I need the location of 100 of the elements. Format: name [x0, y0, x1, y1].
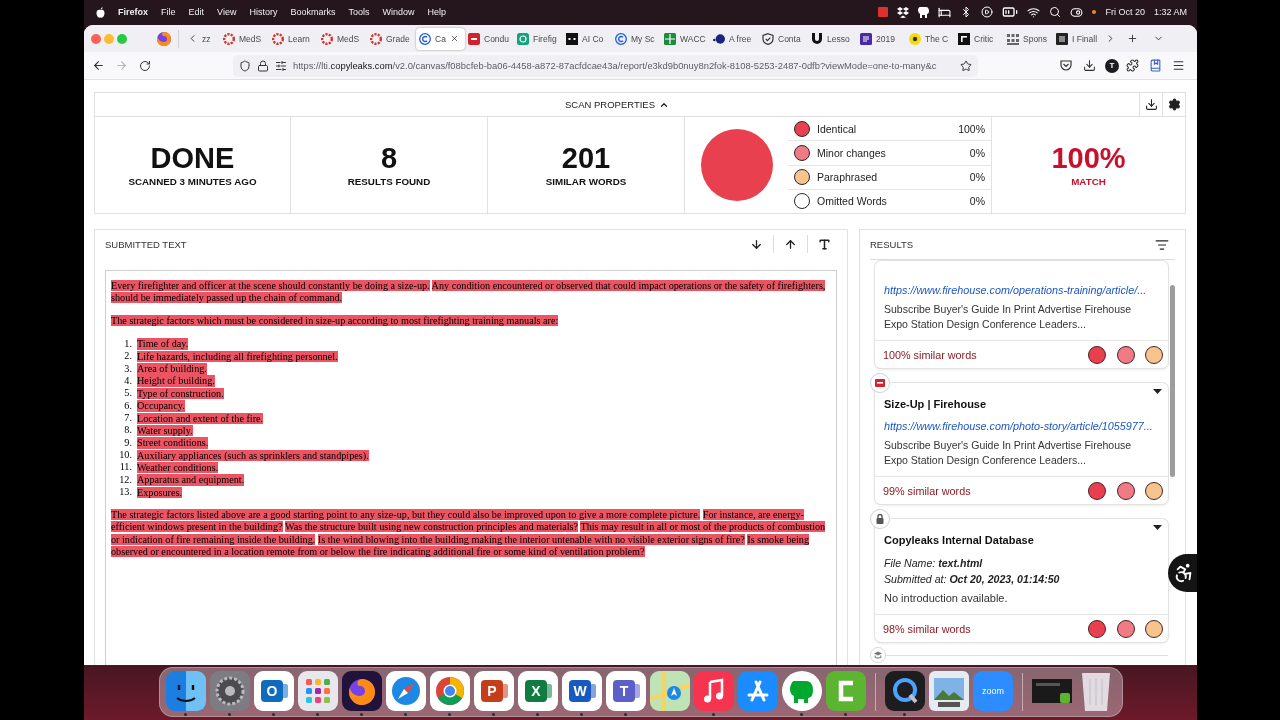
match-dot-icon[interactable] [1116, 481, 1135, 500]
plus-icon [1126, 33, 1138, 44]
browser-tab[interactable]: 2019 [857, 27, 906, 50]
list-number: 5. [123, 387, 132, 400]
menu-item[interactable]: Edit [188, 7, 205, 17]
address-bar[interactable]: https://lti.copyleaks.com/v2.0/canvas/f08bcfeb-ba06-4458-a872-87acfdcae43a/report/e3kd9b0nuy8n2fok-8108-5253-2487-0dfb?viewMode=one-to-many&c [233, 54, 978, 77]
smiling-face-icon[interactable] [165, 671, 206, 711]
menu-item[interactable]: Tools [348, 7, 370, 17]
letter-tile-icon[interactable]: T [605, 671, 646, 711]
browser-tab[interactable]: The C [906, 27, 955, 50]
music-note-icon[interactable] [693, 671, 734, 711]
grid-icon[interactable] [297, 671, 338, 711]
map-icon[interactable] [649, 671, 690, 711]
close-icon[interactable] [449, 34, 459, 43]
scan-properties-toggle[interactable]: SCAN PROPERTIES [564, 99, 670, 110]
result-link[interactable]: https://www.firehouse.com/operations-training/article/... [884, 283, 1159, 297]
browser-tab[interactable]: Grade [367, 27, 416, 50]
legend-label: Identical [817, 122, 857, 135]
star-icon[interactable] [960, 59, 972, 72]
photo-icon[interactable] [928, 671, 969, 711]
browser-tab[interactable]: Critic [955, 27, 1004, 50]
list-item-text: Height of building. [137, 375, 215, 387]
letter-tile-icon[interactable]: O [253, 671, 294, 711]
close-window-icon[interactable] [91, 33, 101, 44]
browser-tab[interactable]: Conta [759, 27, 808, 50]
browser-tab[interactable]: A free [710, 27, 759, 50]
compass-icon[interactable] [385, 671, 426, 711]
match-label: MATCH [1071, 176, 1106, 187]
menu-item[interactable]: Bookmarks [290, 7, 336, 17]
browser-tab[interactable]: MedS [220, 27, 269, 50]
play-icon[interactable] [981, 6, 994, 18]
menu-item[interactable]: Help [427, 7, 446, 17]
browser-tab[interactable]: Lesso [808, 27, 857, 50]
battery-icon[interactable] [1002, 4, 1019, 20]
letter-tile-icon[interactable]: W [561, 671, 602, 711]
browser-tab[interactable]: Condu [465, 27, 514, 50]
bed-icon[interactable] [938, 5, 952, 19]
search-icon[interactable] [1049, 6, 1062, 18]
menu-item[interactable]: Window [382, 7, 415, 17]
browser-tab[interactable]: Ca [416, 27, 465, 50]
download-icon [1144, 98, 1158, 111]
toggle-icon[interactable] [1070, 5, 1084, 19]
browser-tab[interactable]: Spons [1004, 27, 1053, 50]
result-card[interactable]: https://www.firehouse.com/operations-training/article/... Subscribe Buyer's Guide In Print Advertise Firehouse Expo Station Design Conference Leaders... 100% similar words [870, 261, 1168, 368]
shield-icon[interactable] [239, 59, 251, 72]
scrollbar-thumb[interactable] [1170, 285, 1175, 477]
diamonds-icon[interactable] [897, 6, 910, 18]
match-dot-icon[interactable] [1116, 345, 1135, 364]
c-shape-icon[interactable] [825, 671, 866, 711]
browser-tab[interactable]: I Finall [1053, 27, 1102, 50]
account-avatar[interactable]: T [1105, 58, 1119, 73]
stop-icon[interactable] [878, 7, 889, 17]
match-dot-icon[interactable] [1088, 345, 1106, 364]
lens-icon[interactable] [884, 671, 925, 711]
elephant-icon[interactable] [918, 6, 930, 18]
ring-icon[interactable] [429, 671, 470, 711]
list-item-text: Street conditions. [137, 437, 209, 449]
fox-icon[interactable] [341, 671, 382, 711]
browser-tab[interactable]: AI Co [563, 27, 612, 50]
browser-tab[interactable]: Firefig [514, 27, 563, 50]
gear-icon[interactable] [209, 671, 250, 711]
result-snippet: No introduction available. [884, 591, 1009, 606]
a-shape-icon[interactable] [737, 671, 778, 711]
list-item-text: Apparatus and equipment. [137, 474, 245, 486]
caret-down-icon[interactable] [1153, 525, 1162, 530]
wifi-icon[interactable] [1027, 5, 1041, 19]
menu-item[interactable]: View [217, 7, 237, 17]
list-number: 12. [118, 473, 132, 487]
frame-icon [1056, 32, 1068, 45]
browser-tab[interactable]: My Sc [612, 27, 661, 50]
result-link[interactable]: https://www.firehouse.com/photo-story/article/1055977... [884, 419, 1159, 433]
ring-icon [370, 32, 382, 45]
lock-icon[interactable] [257, 59, 269, 72]
letter-tile-icon[interactable]: P [473, 671, 514, 711]
result-detail: Submitted at: Oct 20, 2023, 01:14:50 [884, 572, 1060, 587]
apple-logo-icon[interactable] [96, 6, 105, 18]
menu-item[interactable]: File [161, 7, 176, 17]
sliders-icon[interactable] [275, 59, 287, 72]
menu-item[interactable]: History [249, 7, 278, 17]
match-dot-icon[interactable] [1145, 345, 1163, 364]
letter-tile-icon[interactable]: X [517, 671, 558, 711]
c-mark-icon [615, 32, 627, 45]
result-card[interactable]: Copyleaks Internal Database File Name: text.html Submitted at: Oct 20, 2023, 01:14:50 No introduction available. 98% similar words [870, 509, 1168, 642]
list-item-text: Weather conditions. [137, 461, 219, 474]
puzzle-icon [1125, 59, 1139, 72]
result-detail: File Name: text.html [884, 556, 983, 571]
match-dot-icon[interactable] [1088, 619, 1106, 638]
match-dot-icon[interactable] [1116, 619, 1135, 638]
browser-tab[interactable]: MedS [318, 27, 367, 50]
app-menu[interactable]: Firefox [118, 7, 148, 17]
browser-tab[interactable]: Learn [269, 27, 318, 50]
list-item-text: Location and extent of the fire. [137, 412, 264, 424]
result-card[interactable]: Size-Up | Firehouse https://www.firehouse.com/photo-story/article/1055977... Subscribe Buyer's Guide In Print Advertise Firehouse Expo Station Design Conference Leaders... 99% similar words [870, 373, 1168, 504]
caret-down-icon[interactable] [1153, 389, 1162, 394]
match-dot-icon[interactable] [1145, 619, 1163, 638]
browser-tab[interactable]: zz [199, 27, 220, 50]
browser-tab[interactable]: WACC [661, 27, 710, 50]
match-dot-icon[interactable] [1145, 481, 1163, 500]
stat-value: 201 [561, 143, 611, 174]
match-dot-icon[interactable] [1088, 481, 1106, 500]
